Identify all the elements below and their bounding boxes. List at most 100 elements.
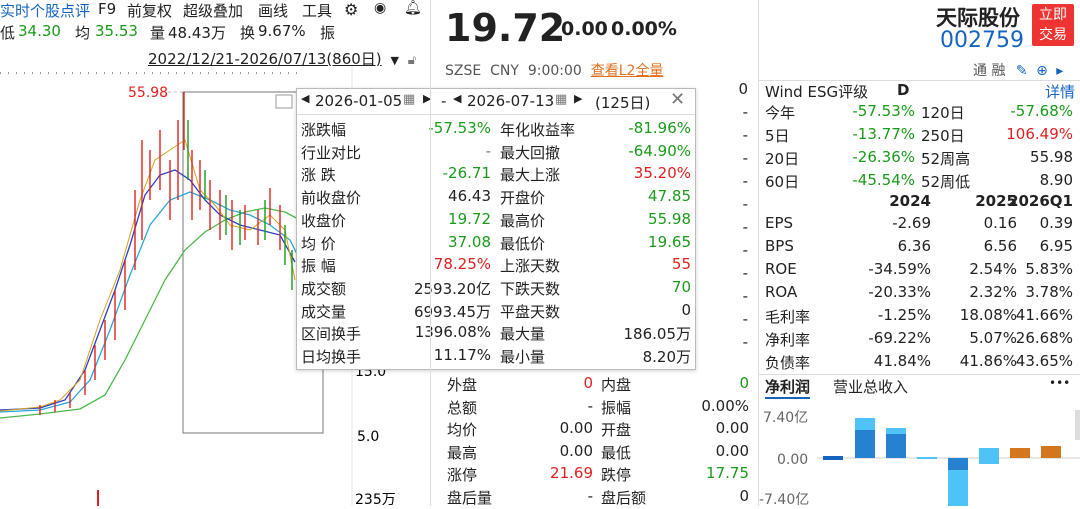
super-overlay-button[interactable]: 超级叠加: [183, 0, 243, 21]
bar: [886, 434, 906, 458]
gear-icon[interactable]: ⚙: [344, 0, 358, 19]
draw-line-button[interactable]: 画线: [258, 0, 288, 21]
financial-value: 0.16: [983, 214, 1017, 232]
quote-value: 17.75: [706, 464, 749, 482]
popup-label: 前收盘价: [301, 189, 362, 208]
quote-row: 最高 0.00 最低 0.00: [431, 442, 759, 464]
quote-value: 0: [739, 486, 749, 505]
eye-icon[interactable]: ◉: [374, 0, 386, 16]
quote-row: 外盘 0 内盘 0: [431, 374, 759, 396]
perf-value: 55.98: [1030, 148, 1073, 166]
scrollbar: [1075, 410, 1080, 440]
perf-label: 今年: [765, 104, 796, 122]
more-icon[interactable]: ▸: [1056, 63, 1063, 79]
quote-side-value: -: [742, 103, 748, 121]
quote-label: 盘后量: [447, 488, 493, 507]
volume-axis-tick: 235万: [355, 492, 396, 506]
ma-long-line: [0, 207, 301, 419]
prev-start-arrow[interactable]: ◀: [301, 92, 309, 105]
perf-value: -57.53%: [852, 102, 915, 120]
stock-comment-link[interactable]: 实时个股点评: [0, 0, 90, 21]
chart-toolbar: 实时个股点评 F9 前复权 超级叠加 画线 工具 ⚙ ◉ 🔔︎: [0, 0, 430, 22]
f9-button[interactable]: F9: [98, 0, 116, 18]
l2-link[interactable]: 查看L2全量: [591, 63, 664, 79]
ma-mid-line: [0, 191, 301, 413]
financial-label: ROA: [765, 283, 798, 301]
esg-rating: D: [897, 81, 910, 99]
perf-value: -57.68%: [1010, 102, 1073, 120]
popup-label: 成交额: [301, 279, 347, 298]
financial-label: EPS: [765, 214, 794, 232]
quote-panel: 19.72 0.00 0.00% SZSE CNY 9:00:00 查看L2全量…: [430, 0, 759, 507]
bar: [1010, 448, 1030, 458]
quote-value: -: [587, 486, 593, 505]
quote-row: 总额 - 振幅 0.00%: [431, 397, 759, 419]
quote-subline: SZSE CNY 9:00:00 查看L2全量: [445, 60, 663, 80]
quote-side-value: -: [742, 333, 748, 351]
adjust-price-button[interactable]: 前复权: [127, 0, 172, 21]
financial-column-header: 2026Q1: [1008, 192, 1073, 210]
quote-side-value: -: [742, 149, 748, 167]
popup-label: 成交量: [301, 302, 347, 321]
quote-side-value: -: [742, 126, 748, 144]
perf-label: 52周低: [921, 173, 971, 191]
tab-net-profit[interactable]: 净利润: [765, 376, 811, 399]
trade-button-line1: 立即: [1039, 7, 1067, 23]
financial-label: ROE: [765, 260, 797, 278]
financial-value: 6.95: [1039, 237, 1073, 255]
financial-value: -1.25%: [877, 306, 931, 324]
quote-label: 均价: [447, 421, 478, 439]
ma-short-line: [0, 169, 296, 411]
popup-label: 涨 跌: [301, 166, 336, 185]
day-stats: 低 34.30 均 35.53 量 48.43万 换 9.67% 振: [0, 22, 430, 46]
popup-label: 收盘价: [301, 211, 347, 230]
perf-value: -26.36%: [852, 148, 915, 166]
quote-label: 最高: [447, 443, 478, 462]
quote-row: 均价 0.00 开盘 0.00: [431, 419, 759, 441]
last-price: 19.72: [445, 6, 566, 50]
perf-label: 5日: [765, 127, 790, 145]
start-date[interactable]: 2026-01-05: [315, 92, 402, 110]
financial-value: 41.66%: [1015, 306, 1073, 324]
volume-value: 48.43万: [168, 24, 226, 42]
financial-row: 净利率 -69.22% 5.07% 26.68%: [759, 329, 1080, 352]
bar-chart-tabs: 净利润 营业总收入 •••: [759, 374, 1080, 399]
edit-icon[interactable]: ✎: [1016, 63, 1028, 79]
quote-value: 0: [583, 374, 593, 392]
add-icon[interactable]: ⊕: [1036, 63, 1048, 79]
turnover-label: 换: [240, 24, 256, 42]
financial-value: 5.07%: [969, 329, 1017, 347]
quote-side-value: -: [742, 218, 748, 236]
quote-side-value: -: [742, 195, 748, 213]
trade-now-button[interactable]: 立即 交易: [1032, 4, 1074, 46]
quote-label: 开盘: [601, 421, 632, 439]
financial-value: -2.69: [892, 214, 931, 232]
trade-button-line2: 交易: [1039, 27, 1067, 43]
perf-value: 106.49%: [1006, 125, 1073, 143]
tools-button[interactable]: 工具: [302, 0, 332, 21]
quote-side-value: -: [742, 172, 748, 190]
amplitude-label: 振: [320, 24, 336, 42]
company-panel: 天际股份 002759 立即 交易 通 融 ✎ ⊕ ▸ Wind ESG评级 D…: [758, 0, 1080, 506]
esg-detail-link[interactable]: 详情: [1045, 81, 1075, 102]
y-axis-tick: 5.0: [357, 429, 379, 445]
popup-label: 日均换手: [301, 348, 362, 366]
tab-tongrong[interactable]: 通 融: [973, 63, 1005, 79]
quote-side-value: -: [742, 241, 748, 259]
financial-value: 41.86%: [959, 352, 1017, 370]
candlesticks: [39, 92, 281, 415]
tab-revenue[interactable]: 营业总收入: [833, 376, 908, 397]
calendar-icon[interactable]: ▦: [403, 92, 415, 107]
price-change: 0.00: [561, 18, 608, 40]
bell-icon[interactable]: 🔔︎: [404, 0, 422, 16]
window-icon: [275, 94, 293, 109]
more-options-icon[interactable]: •••: [1049, 376, 1070, 390]
quote-value: 0: [739, 374, 749, 392]
stock-code: 002759: [940, 28, 1024, 53]
performance-row: 今年 -57.53% 120日 -57.68%: [759, 102, 1080, 125]
quote-value: 0.00: [715, 419, 749, 437]
quote-value: 0.00: [715, 441, 749, 460]
avg-value: 35.53: [95, 22, 138, 40]
bar: [823, 456, 843, 460]
financial-value: 6.36: [897, 237, 931, 255]
